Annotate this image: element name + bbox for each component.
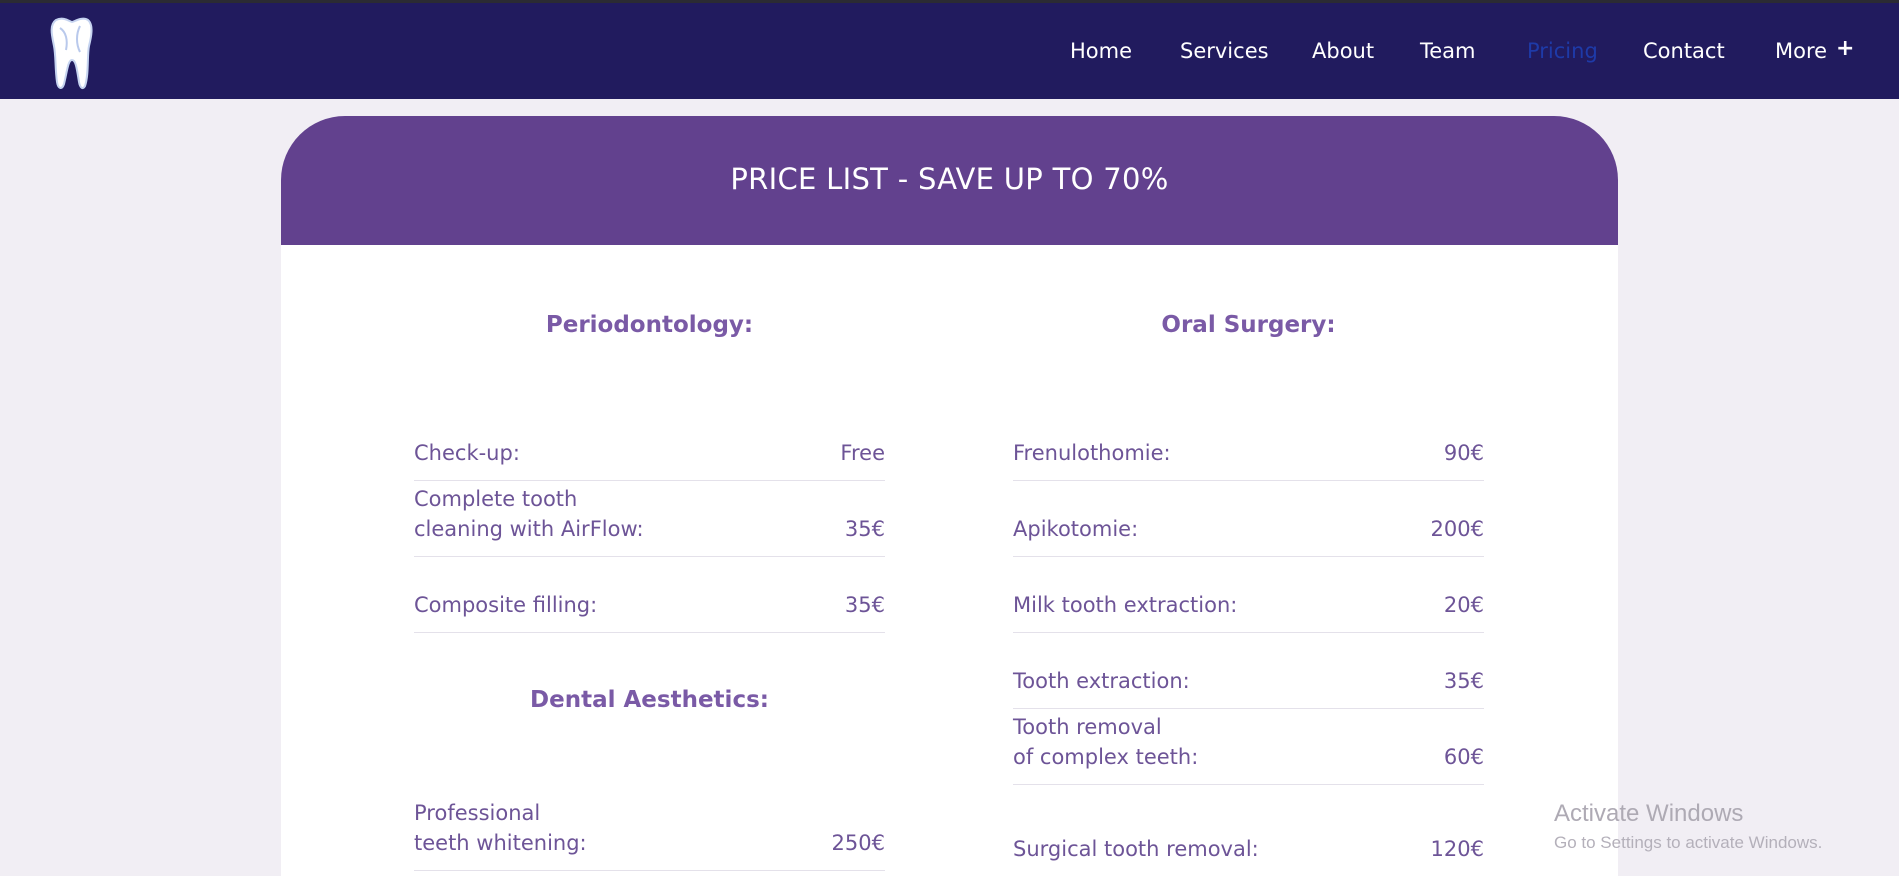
service-label: Milk tooth extraction: xyxy=(1013,593,1238,617)
service-label-line2: of complex teeth: xyxy=(1013,745,1199,769)
service-label-line1: Complete tooth xyxy=(414,487,578,511)
service-label-line1: Professional xyxy=(414,801,541,825)
service-label: Composite filling: xyxy=(414,593,598,617)
nav-pricing[interactable]: Pricing xyxy=(1527,39,1598,63)
service-price: 90€ xyxy=(1443,441,1484,465)
pricing-header: PRICE LIST - SAVE UP TO 70% xyxy=(281,116,1618,245)
service-label: Surgical tooth removal: xyxy=(1013,837,1259,861)
service-price: 200€ xyxy=(1430,517,1484,541)
service-price: 20€ xyxy=(1443,593,1484,617)
activate-windows-subtitle: Go to Settings to activate Windows. xyxy=(1554,833,1823,852)
service-label-line1: Tooth removal xyxy=(1013,715,1162,739)
nav-more[interactable]: More xyxy=(1775,39,1827,63)
nav-team[interactable]: Team xyxy=(1420,39,1476,63)
nav-about[interactable]: About xyxy=(1312,39,1374,63)
nav-contact[interactable]: Contact xyxy=(1643,39,1725,63)
service-price: 35€ xyxy=(1443,669,1484,693)
service-label: Tooth extraction: xyxy=(1013,669,1190,693)
service-price: 35€ xyxy=(844,517,885,541)
price-row: Tooth removal of complex teeth: 60€ xyxy=(1013,708,1484,785)
pricing-card: PRICE LIST - SAVE UP TO 70% Periodontolo… xyxy=(281,116,1618,876)
service-price: 35€ xyxy=(844,593,885,617)
price-row: Complete tooth cleaning with AirFlow: 35… xyxy=(414,480,885,557)
service-price: 250€ xyxy=(831,831,885,855)
periodontology-heading: Periodontology: xyxy=(545,312,754,338)
price-row: Surgical tooth removal: 120€ xyxy=(1013,784,1484,876)
pricing-title: PRICE LIST - SAVE UP TO 70% xyxy=(730,162,1169,196)
nav-home[interactable]: Home xyxy=(1070,39,1132,63)
price-row: Frenulothomie: 90€ xyxy=(1013,436,1484,481)
dental-aesthetics-heading: Dental Aesthetics: xyxy=(530,687,769,713)
nav-services[interactable]: Services xyxy=(1180,39,1269,63)
oral-surgery-heading: Oral Surgery: xyxy=(1161,312,1336,338)
tooth-logo-icon[interactable] xyxy=(46,16,96,90)
service-price: Free xyxy=(840,441,885,465)
service-label: Frenulothomie: xyxy=(1013,441,1171,465)
price-row: Tooth extraction: 35€ xyxy=(1013,632,1484,709)
activate-windows-title: Activate Windows xyxy=(1554,800,1744,827)
service-label-line2: cleaning with AirFlow: xyxy=(414,517,644,541)
service-label-line2: teeth whitening: xyxy=(414,831,587,855)
service-label: Check-up: xyxy=(414,441,520,465)
price-row: Composite filling: 35€ xyxy=(414,556,885,633)
service-label: Complete tooth cleaning with AirFlow: xyxy=(414,484,644,544)
price-row: Milk tooth extraction: 20€ xyxy=(1013,556,1484,633)
price-row: Professional teeth whitening: 250€ xyxy=(414,776,885,871)
price-row: Check-up: Free xyxy=(414,436,885,481)
price-row: Apikotomie: 200€ xyxy=(1013,480,1484,557)
service-price: 120€ xyxy=(1430,837,1484,861)
more-expand-icon[interactable]: + xyxy=(1836,36,1854,61)
service-price: 60€ xyxy=(1443,745,1484,769)
service-label: Tooth removal of complex teeth: xyxy=(1013,712,1198,772)
site-navbar: Home Services About Team Pricing Contact… xyxy=(0,3,1899,99)
service-label: Professional teeth whitening: xyxy=(414,798,587,858)
service-label: Apikotomie: xyxy=(1013,517,1139,541)
